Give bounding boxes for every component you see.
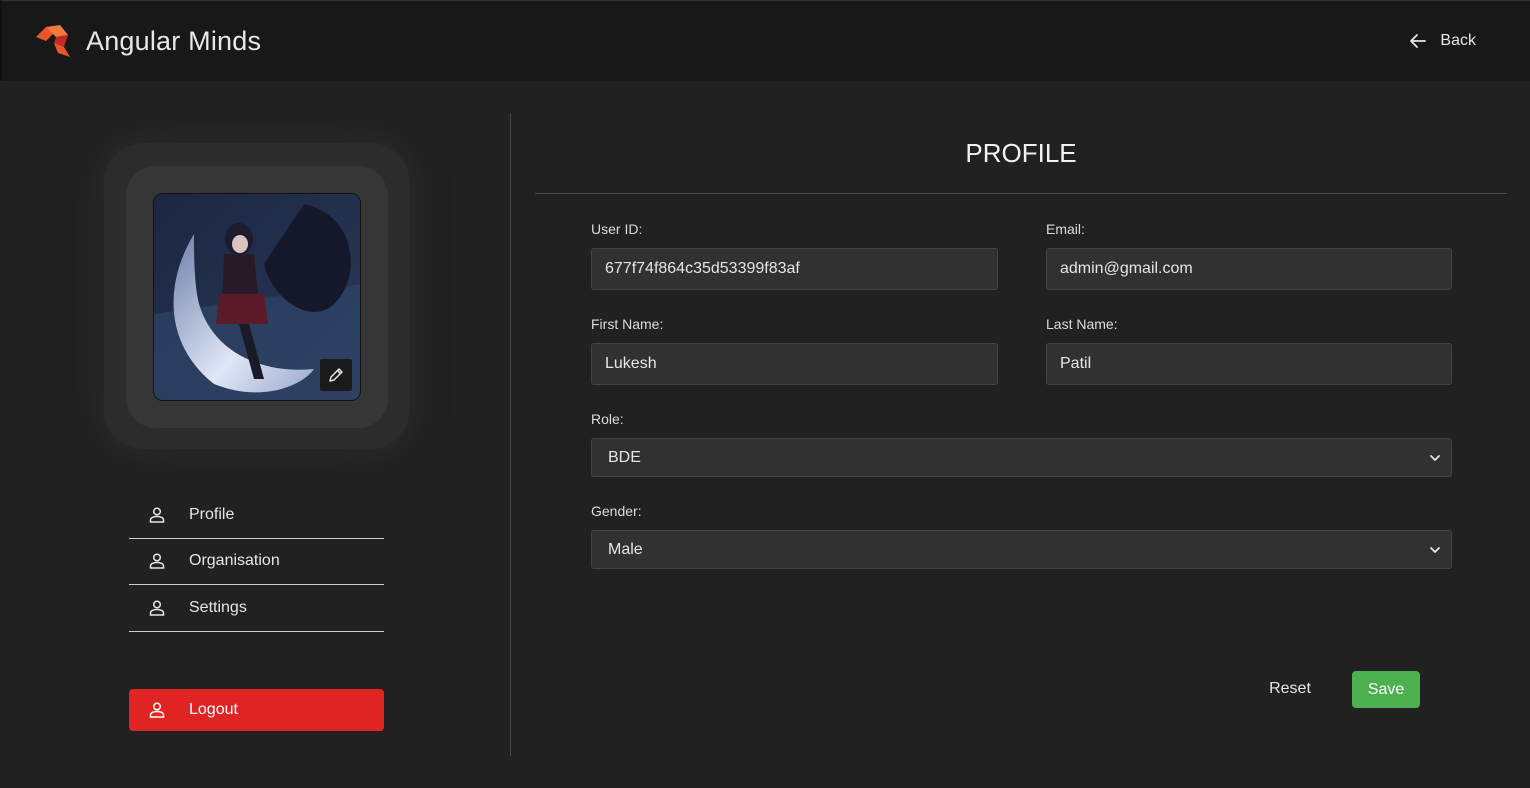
- pencil-icon: [329, 368, 343, 382]
- arrow-left-icon: [1410, 34, 1427, 48]
- role-select-value: BDE: [608, 448, 641, 466]
- chevron-down-icon: [1430, 546, 1440, 553]
- role-select[interactable]: BDE: [591, 438, 1452, 477]
- top-bar: Angular Minds Back: [0, 0, 1530, 81]
- sidebar-item-label: Profile: [189, 505, 235, 523]
- chevron-down-icon: [1430, 454, 1440, 461]
- save-button[interactable]: Save: [1352, 671, 1420, 708]
- sidebar-item-label: Organisation: [189, 552, 280, 570]
- first-name-label: First Name:: [591, 316, 664, 332]
- first-name-field[interactable]: Lukesh: [591, 343, 998, 385]
- user-id-field[interactable]: 677f74f864c35d53399f83af: [591, 248, 998, 290]
- user-icon: [149, 600, 165, 616]
- last-name-field[interactable]: Patil: [1046, 343, 1452, 385]
- logout-button[interactable]: Logout: [129, 689, 384, 731]
- page-title: PROFILE: [965, 138, 1077, 168]
- sidebar-nav: Profile Organisation Settings: [129, 492, 384, 632]
- vertical-divider: [510, 113, 511, 756]
- gender-label: Gender:: [591, 503, 642, 519]
- sidebar-item-organisation[interactable]: Organisation: [129, 539, 384, 585]
- user-icon: [149, 507, 165, 523]
- brand-name: Angular Minds: [86, 25, 262, 56]
- reset-button[interactable]: Reset: [1258, 671, 1322, 707]
- back-button[interactable]: Back: [1408, 31, 1476, 51]
- gender-select[interactable]: Male: [591, 530, 1452, 569]
- user-icon: [149, 702, 165, 718]
- last-name-label: Last Name:: [1046, 316, 1118, 332]
- sidebar-item-settings[interactable]: Settings: [129, 585, 384, 632]
- sidebar-item-label: Settings: [189, 598, 247, 616]
- logout-label: Logout: [189, 701, 238, 718]
- email-label: Email:: [1046, 221, 1085, 237]
- back-label: Back: [1440, 32, 1476, 49]
- sidebar-item-profile[interactable]: Profile: [129, 492, 384, 539]
- user-icon: [149, 553, 165, 569]
- edit-avatar-button[interactable]: [320, 359, 352, 391]
- role-label: Role:: [591, 411, 624, 427]
- gender-select-value: Male: [608, 540, 643, 558]
- title-divider: [535, 193, 1507, 194]
- email-field[interactable]: admin@gmail.com: [1046, 248, 1452, 290]
- angular-minds-logo-icon: [36, 25, 70, 57]
- user-id-label: User ID:: [591, 221, 643, 237]
- brand[interactable]: Angular Minds: [34, 23, 261, 59]
